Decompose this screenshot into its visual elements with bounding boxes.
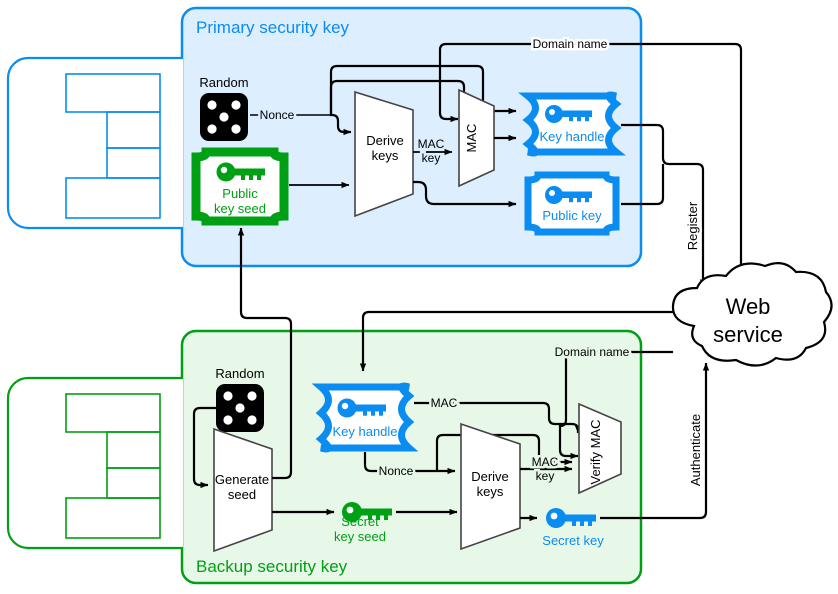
register-label: Register [685, 201, 700, 250]
generate-seed-line1: Generate [215, 472, 269, 487]
primary-panel-title: Primary security key [196, 18, 350, 37]
primary-mac-key-line1: MAC [418, 137, 445, 151]
dice-icon-primary [200, 93, 248, 141]
security-key-backup-diagram: Primary security key Backup security key… [6, 6, 833, 585]
authenticate-label: Authenticate [688, 414, 703, 486]
web-service-line1: Web [726, 294, 771, 319]
primary-token-device [6, 56, 183, 230]
derive-keys-backup-line2: keys [477, 484, 504, 499]
backup-panel-title: Backup security key [196, 557, 348, 576]
backup-mac-label: MAC [431, 396, 458, 410]
mac-primary-label: MAC [464, 124, 479, 153]
primary-nonce-label: Nonce [260, 108, 295, 122]
web-service-line2: service [713, 322, 783, 347]
key-handle-card-primary: Key handle [518, 91, 626, 157]
diagram-canvas: Primary security key Backup security key… [0, 0, 838, 594]
primary-mac-key-line2: key [422, 151, 441, 165]
key-handle-card-backup: Key handle [311, 382, 419, 453]
derive-keys-primary: Derive keys [354, 90, 414, 218]
public-key-card: Public key [524, 171, 620, 236]
derive-keys-backup: Derive keys [460, 422, 521, 551]
mac-primary: MAC [458, 88, 495, 188]
backup-mac-key-line1: MAC [532, 455, 559, 469]
backup-token-device [6, 376, 183, 550]
dice-icon-backup [216, 384, 264, 432]
public-key-seed-line2: key seed [214, 201, 266, 216]
generate-seed-line2: seed [228, 487, 256, 502]
public-key-seed-card: Public key seed [191, 147, 289, 226]
derive-keys-primary-line2: keys [372, 148, 399, 163]
backup-random-label: Random [215, 366, 264, 381]
wire-domain-down-to-cloud [734, 42, 743, 300]
secret-key-label: Secret key [542, 533, 604, 548]
derive-keys-backup-line1: Derive [471, 469, 509, 484]
secret-key-seed-line2: key seed [334, 529, 386, 544]
primary-domain-name-label: Domain name [533, 37, 608, 51]
primary-random-label: Random [199, 75, 248, 90]
backup-mac-key-line2: key [536, 469, 555, 483]
web-service-cloud: Web service [671, 261, 833, 367]
public-key-label: Public key [542, 208, 602, 223]
public-key-seed-line1: Public [222, 186, 258, 201]
generate-seed-block: Generate seed [213, 427, 273, 553]
derive-keys-primary-line1: Derive [366, 133, 404, 148]
backup-domain-name-label: Domain name [555, 345, 630, 359]
key-handle-primary-label: Key handle [539, 129, 604, 144]
verify-mac-label: Verify MAC [588, 419, 603, 484]
backup-nonce-label: Nonce [379, 464, 414, 478]
key-handle-backup-label: Key handle [332, 424, 397, 439]
secret-key-seed-line1: Secret [341, 514, 379, 529]
